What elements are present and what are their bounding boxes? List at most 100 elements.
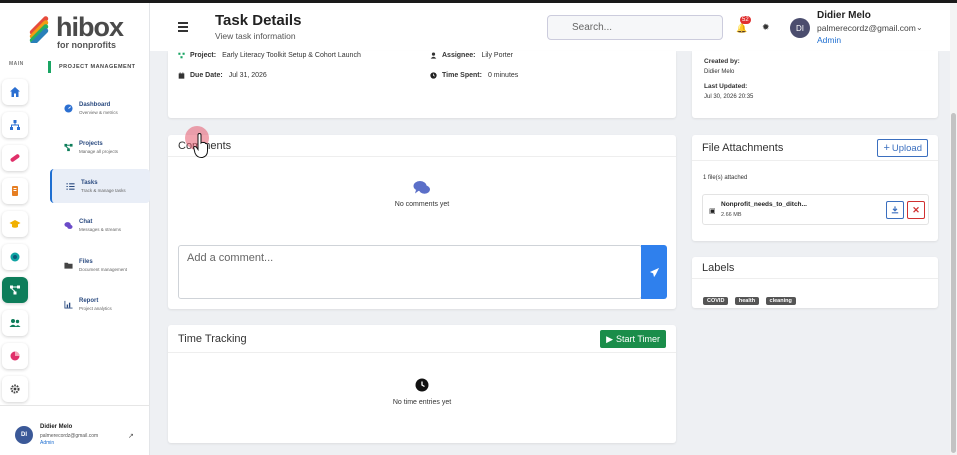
sitemap-icon bbox=[10, 120, 20, 130]
chevron-down-icon[interactable]: ⌄ bbox=[916, 23, 923, 32]
menu-item-tasks[interactable]: Tasks Track & manage tasks bbox=[50, 169, 150, 203]
rail-projects-button[interactable] bbox=[2, 277, 28, 303]
hand-cursor-icon bbox=[193, 133, 208, 159]
play-icon: ▶ bbox=[606, 333, 613, 344]
header-user-name[interactable]: Didier Melo bbox=[817, 10, 871, 21]
rail-team-button[interactable] bbox=[2, 310, 28, 336]
rail-analytics-button[interactable] bbox=[2, 343, 28, 369]
header-user-role: Admin bbox=[817, 35, 842, 45]
menu-item-files[interactable]: Files Document management bbox=[50, 248, 150, 282]
project-label: Project: bbox=[190, 52, 217, 59]
sidebar-user-role: Admin bbox=[40, 440, 55, 446]
assignee-label: Assignee: bbox=[442, 52, 476, 59]
hamburger-menu-button[interactable] bbox=[178, 22, 188, 32]
project-diagram-icon bbox=[63, 143, 73, 151]
task-assignee-row: Assignee: Lily Porter bbox=[430, 52, 513, 59]
comment-input[interactable] bbox=[178, 245, 642, 299]
attachments-count: 1 file(s) attached bbox=[703, 175, 748, 181]
task-list-icon bbox=[65, 182, 75, 190]
comments-empty-text: No comments yet bbox=[394, 201, 450, 208]
menu-item-subtitle: Manage all projects bbox=[79, 148, 119, 154]
notification-badge: 52 bbox=[740, 16, 751, 24]
menu-item-chat[interactable]: Chat Messages & streams bbox=[50, 208, 150, 242]
sidebar-user-email: palmerecordz@gmail.com bbox=[40, 433, 99, 439]
clock-icon bbox=[430, 72, 437, 79]
project-diagram-icon bbox=[178, 52, 185, 59]
plus-icon: + bbox=[883, 142, 890, 154]
brand-tagline: for nonprofits bbox=[57, 40, 116, 50]
external-link-icon[interactable]: ↗ bbox=[128, 432, 134, 440]
rail-education-button[interactable] bbox=[2, 211, 28, 237]
time-tracking-card: Time Tracking ▶ Start Timer No time entr… bbox=[168, 325, 676, 443]
start-timer-label: Start Timer bbox=[615, 334, 660, 344]
page-subtitle: View task information bbox=[215, 31, 296, 41]
created-by-label: Created by: bbox=[704, 58, 740, 65]
time-spent-value: 0 minutes bbox=[487, 72, 519, 79]
sun-icon[interactable]: ✹ bbox=[762, 22, 770, 33]
avatar[interactable]: DI bbox=[790, 18, 810, 38]
project-diagram-icon bbox=[10, 285, 20, 295]
menu-item-title: Tasks bbox=[81, 179, 98, 186]
bell-icon[interactable]: 🔔 bbox=[736, 23, 747, 34]
rail-settings-button[interactable] bbox=[2, 376, 28, 402]
comments-icon bbox=[413, 181, 430, 194]
rail-globe-button[interactable] bbox=[2, 244, 28, 270]
file-image-icon: ▣ bbox=[709, 208, 716, 215]
label-tag: health bbox=[734, 297, 760, 305]
section-label-project-management: PROJECT MANAGEMENT bbox=[48, 61, 136, 73]
menu-item-title: Dashboard bbox=[79, 101, 111, 108]
download-icon bbox=[891, 206, 899, 214]
menu-item-title: Report bbox=[79, 297, 99, 304]
labels-tag-list: COVID health cleaning bbox=[703, 289, 798, 307]
rail-documents-button[interactable] bbox=[2, 178, 28, 204]
rail-donations-button[interactable] bbox=[2, 145, 28, 171]
time-entries-empty-text: No time entries yet bbox=[392, 399, 452, 406]
avatar: DI bbox=[15, 426, 33, 444]
calendar-icon bbox=[178, 72, 185, 79]
brand-logo[interactable]: hibox for nonprofits bbox=[24, 12, 134, 50]
file-name[interactable]: Nonprofit_needs_to_ditch... bbox=[721, 201, 807, 208]
pie-chart-icon bbox=[10, 351, 20, 361]
pill-icon bbox=[10, 154, 20, 162]
created-by-value: Didier Melo bbox=[704, 69, 735, 75]
document-icon bbox=[12, 186, 18, 196]
graduation-cap-icon bbox=[9, 220, 21, 228]
menu-item-subtitle: Overview & metrics bbox=[79, 109, 118, 115]
comments-title: Comments bbox=[168, 135, 676, 157]
menu-item-projects[interactable]: Projects Manage all projects bbox=[50, 130, 150, 164]
upload-button[interactable]: + Upload bbox=[877, 139, 928, 157]
label-tag: cleaning bbox=[765, 297, 796, 305]
sidebar-user-card[interactable]: DI Didier Melo palmerecordz@gmail.com Ad… bbox=[0, 405, 150, 455]
rail-org-chart-button[interactable] bbox=[2, 112, 28, 138]
hibox-logo-icon bbox=[29, 16, 49, 43]
comments-card: Comments No comments yet bbox=[168, 135, 676, 309]
menu-item-subtitle: Messages & streams bbox=[79, 226, 122, 232]
menu-item-report[interactable]: Report Project analytics bbox=[50, 287, 150, 321]
chat-bubbles-icon bbox=[63, 221, 73, 229]
menu-item-subtitle: Project analytics bbox=[79, 305, 112, 311]
last-updated-value: Jul 30, 2026 20:35 bbox=[704, 94, 754, 100]
top-header: Task Details View task information 🔔 52 … bbox=[150, 3, 950, 51]
menu-item-title: Files bbox=[79, 258, 93, 265]
search-input[interactable] bbox=[547, 15, 723, 40]
upload-label: Upload bbox=[891, 142, 922, 154]
brand-name: hibox bbox=[56, 12, 124, 42]
header-user-email: palmerecordz@gmail.com bbox=[817, 23, 916, 33]
folder-icon bbox=[63, 262, 73, 269]
menu-item-subtitle: Document management bbox=[79, 266, 128, 272]
sidebar: hibox for nonprofits MAIN PROJECT MANAGE… bbox=[0, 3, 150, 455]
rail-home-button[interactable] bbox=[2, 79, 28, 105]
scrollbar-thumb[interactable] bbox=[951, 113, 956, 453]
file-attachments-card: File Attachments + Upload 1 file(s) atta… bbox=[692, 135, 938, 241]
due-value: Jul 31, 2026 bbox=[228, 72, 267, 79]
label-tag: COVID bbox=[703, 297, 729, 305]
task-due-row: Due Date: Jul 31, 2026 bbox=[178, 72, 267, 79]
start-timer-button[interactable]: ▶ Start Timer bbox=[600, 330, 666, 348]
page-scrollbar[interactable] bbox=[950, 3, 957, 455]
task-info-card: Project: Early Literacy Toolkit Setup & … bbox=[168, 51, 676, 118]
send-comment-button[interactable] bbox=[641, 245, 667, 299]
delete-file-button[interactable]: ✕ bbox=[907, 201, 925, 219]
menu-item-dashboard[interactable]: Dashboard Overview & metrics bbox=[50, 91, 150, 125]
project-value: Early Literacy Toolkit Setup & Cohort La… bbox=[222, 52, 361, 59]
download-button[interactable] bbox=[886, 201, 904, 219]
